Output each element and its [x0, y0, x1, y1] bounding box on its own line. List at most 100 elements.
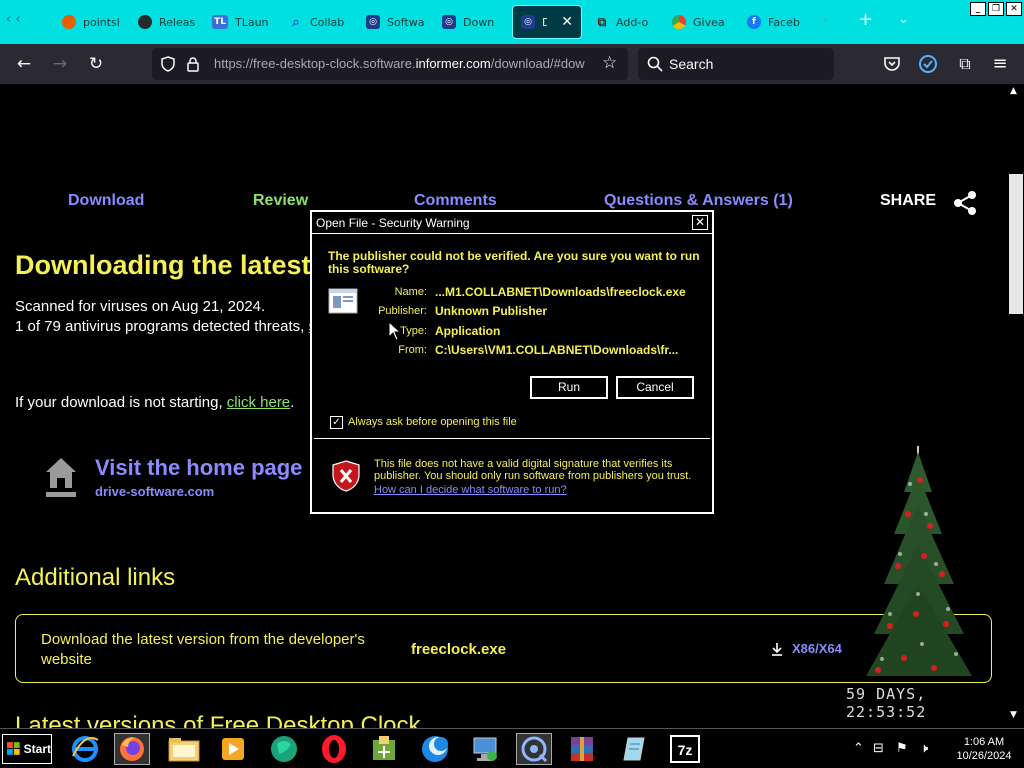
additional-links-heading: Additional links — [15, 564, 176, 591]
opera-icon[interactable] — [316, 733, 352, 765]
menu-questions-answers[interactable]: Questions & Answers (1) — [604, 192, 793, 210]
winrar-icon[interactable] — [564, 733, 600, 765]
dialog-title-bar[interactable]: Open File - Security Warning ✕ — [312, 212, 712, 234]
share-icon[interactable] — [952, 190, 978, 216]
new-tab-icon[interactable]: + — [858, 9, 873, 30]
scroll-up-arrow-icon[interactable]: ▲ — [1010, 86, 1017, 96]
always-ask-label[interactable]: Always ask before opening this file — [348, 416, 517, 428]
christmas-tree-image — [866, 446, 972, 676]
tracking-protection-shield-icon[interactable] — [160, 56, 176, 72]
help-link[interactable]: How can I decide what software to run? — [374, 484, 567, 496]
extension-check-icon[interactable] — [918, 54, 938, 74]
dialog-close-icon[interactable]: ✕ — [692, 215, 708, 230]
click-here-link[interactable]: click here — [227, 394, 290, 411]
action-center-flag-icon[interactable]: ⚑ — [896, 741, 908, 756]
menu-comments[interactable]: Comments — [414, 192, 497, 210]
url-bar[interactable]: https://free-desktop-clock.software.info… — [152, 48, 628, 80]
menu-download[interactable]: Download — [68, 192, 144, 210]
menu-share[interactable]: SHARE — [880, 192, 936, 210]
name-label: Name: — [394, 286, 427, 298]
publisher-value[interactable]: Unknown Publisher — [435, 304, 700, 318]
tab-3[interactable]: TL TLaun — [212, 5, 269, 39]
tab-8[interactable]: ⧉ Add-o — [595, 5, 649, 39]
start-button[interactable]: Start — [2, 734, 52, 764]
app-globe-icon[interactable] — [266, 733, 302, 765]
firefox-icon — [62, 15, 76, 29]
url-prefix: https://free-desktop-clock.software. — [214, 56, 416, 71]
package-icon[interactable] — [366, 733, 402, 765]
informer-icon: ◎ — [366, 15, 380, 29]
home-page-link[interactable]: Visit the home page — [95, 455, 302, 481]
show-hidden-icons-chevron-icon[interactable]: ⌃ — [853, 741, 864, 756]
minimize-icon[interactable]: _ — [970, 2, 986, 16]
window-controls: _ ❐ ✕ — [970, 2, 1022, 16]
chrome-icon — [672, 15, 686, 29]
back-arrow-icon[interactable]: ← — [13, 53, 35, 75]
url-domain: informer.com — [415, 56, 491, 71]
tab-6[interactable]: ◎ Down — [442, 5, 494, 39]
taskbar: Start 7z ⌃ ⊟ ⚑ 🕨 1:06 AM 10/26/2024 — [0, 728, 1024, 768]
volume-muted-icon[interactable]: 🕨 — [920, 741, 928, 756]
list-tabs-chevron-down-icon[interactable]: ⌄ — [898, 12, 909, 27]
system-clock[interactable]: 1:06 AM 10/26/2024 — [946, 735, 1022, 763]
signature-warning-text: This file does not have a valid digital … — [374, 458, 692, 482]
close-tab-icon[interactable]: ✕ — [561, 14, 573, 30]
publisher-label: Publisher: — [378, 305, 427, 317]
extensions-puzzle-icon[interactable]: ⧉ — [954, 53, 976, 75]
tab-label: Add-o — [616, 15, 649, 29]
run-button[interactable]: Run — [529, 375, 609, 400]
media-player-icon[interactable] — [215, 733, 251, 765]
pocket-icon[interactable] — [883, 55, 901, 73]
forward-arrow-icon[interactable]: → — [49, 53, 71, 75]
close-window-icon[interactable]: ✕ — [1006, 2, 1022, 16]
always-ask-checkbox[interactable]: ✓ — [330, 416, 343, 429]
tab-4[interactable]: ⌕ Collab — [289, 5, 344, 39]
search-bar[interactable]: Search — [638, 48, 834, 80]
system-tray: ⌃ ⊟ ⚑ 🕨 1:06 AM 10/26/2024 — [850, 735, 1022, 765]
tab-2[interactable]: Releas — [138, 5, 195, 39]
tab-10[interactable]: f Faceb — [747, 5, 800, 39]
tab-scroll-left-icon[interactable]: ‹ ‹ — [6, 12, 21, 27]
download-filename[interactable]: freeclock.exe — [411, 641, 506, 658]
tab-scroll-right-icon[interactable]: › — [822, 12, 828, 28]
github-icon — [138, 15, 152, 29]
7zip-icon[interactable]: 7z — [667, 733, 703, 765]
restore-icon[interactable]: ❐ — [988, 2, 1004, 16]
tab-label: Down — [463, 15, 495, 29]
type-label: Type: — [400, 325, 427, 337]
tab-9[interactable]: Givea — [672, 5, 725, 39]
scan-info: Scanned for viruses on Aug 21, 2024. — [15, 298, 266, 315]
url-suffix: /download/#dow — [490, 56, 585, 71]
hamburger-menu-icon[interactable]: ≡ — [989, 53, 1011, 75]
url-text[interactable]: https://free-desktop-clock.software.info… — [214, 56, 604, 71]
network-icon[interactable]: ⊟ — [873, 741, 884, 756]
download-description: Download the latest version from the dev… — [41, 631, 365, 668]
page-scrollbar-thumb[interactable] — [1009, 174, 1023, 314]
informer-taskbar-icon[interactable] — [516, 733, 552, 765]
informer-icon: ◎ — [521, 15, 535, 29]
home-icon[interactable] — [44, 456, 78, 498]
moon-app-icon[interactable] — [417, 733, 453, 765]
tab-label: Releas — [159, 15, 196, 29]
tab-label: Givea — [693, 15, 725, 29]
notes-app-icon[interactable] — [615, 733, 651, 765]
firefox-taskbar-icon[interactable] — [114, 733, 150, 765]
tab-1[interactable]: pointsl — [62, 5, 120, 39]
menu-review[interactable]: Review — [253, 192, 308, 210]
cancel-button[interactable]: Cancel — [615, 375, 695, 400]
period-text: . — [290, 394, 295, 411]
reload-icon[interactable]: ↻ — [85, 53, 107, 75]
bookmark-star-icon[interactable]: ☆ — [602, 53, 617, 73]
tab-label: Collab — [310, 15, 345, 29]
network-computer-icon[interactable] — [467, 733, 503, 765]
tab-5[interactable]: ◎ Softwa — [366, 5, 424, 39]
not-starting-text: If your download is not starting, — [15, 394, 223, 411]
internet-explorer-icon[interactable] — [67, 733, 103, 765]
scroll-down-arrow-icon[interactable]: ▼ — [1010, 710, 1017, 720]
file-explorer-icon[interactable] — [166, 733, 202, 765]
download-link-box[interactable]: Download the latest version from the dev… — [15, 614, 992, 683]
tab-active[interactable]: ◎ Dow ✕ — [512, 5, 582, 39]
home-page-domain[interactable]: drive-software.com — [95, 484, 214, 499]
lock-icon[interactable] — [186, 56, 200, 72]
facebook-icon: f — [747, 15, 761, 29]
